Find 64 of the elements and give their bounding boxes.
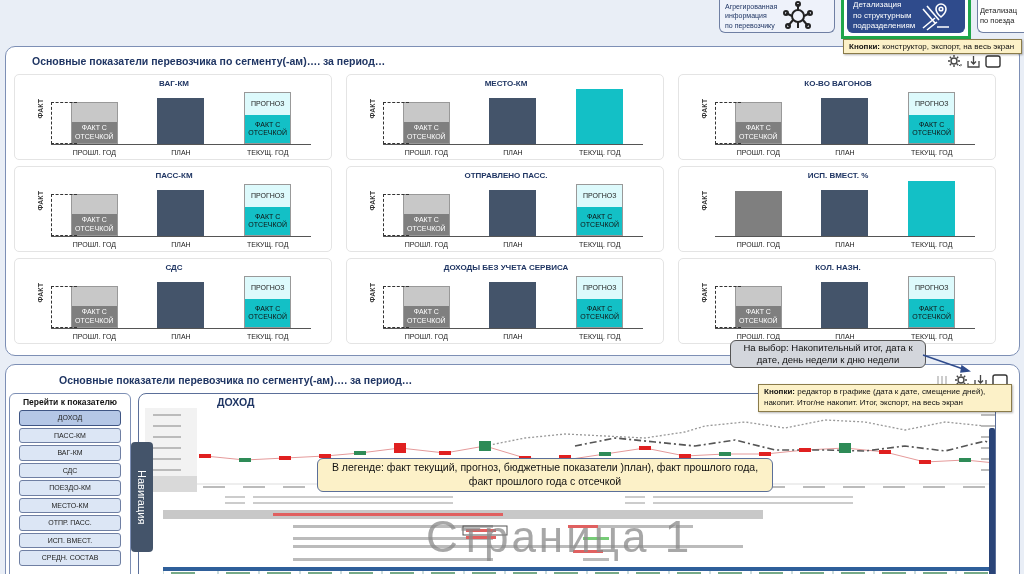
candle <box>279 456 291 460</box>
candle <box>639 446 651 450</box>
chart-title: МЕСТО-КМ <box>483 79 529 89</box>
map-pin-icon <box>921 1 952 31</box>
tooltip: Кнопки: конструктор, экспорт, на весь экран <box>843 39 1022 54</box>
bar-segment <box>403 287 449 306</box>
bar-segment <box>71 287 117 306</box>
candle <box>199 454 211 458</box>
chart-title: ВАГ-КМ <box>158 79 190 89</box>
download-icon[interactable] <box>966 53 982 69</box>
chart-title: КОЛ. НАЗН. <box>814 263 862 273</box>
view-button[interactable]: Детализация по структурным подразделениям <box>847 0 965 33</box>
bar-segment <box>71 195 117 214</box>
bar <box>821 98 869 144</box>
tooltip: Кнопки: редактор в графике (дата к дате, смещение дней), накопит. Итог/не накопит. Итог, экспорт, на весь экран <box>758 384 1012 412</box>
bar <box>489 98 537 144</box>
chart-title: СДС <box>164 263 184 273</box>
candle <box>479 441 491 451</box>
report-title: ДОХОД <box>217 396 255 408</box>
candle <box>839 443 851 453</box>
settings-icon[interactable] <box>947 53 963 69</box>
bar-segment <box>403 103 449 122</box>
navigation-title: Перейти к показателю <box>22 397 118 407</box>
bar <box>908 181 956 236</box>
bar <box>157 282 205 328</box>
bar-segment <box>735 103 781 122</box>
panel-title: Основные показатели перевозчика по сегменту(-ам)…. за период… <box>59 374 413 386</box>
chart-title: ДОХОДЫ БЕЗ УЧЕТА СЕРВИСА <box>442 263 570 273</box>
candle <box>959 458 971 462</box>
callout: В легенде: факт текущий, прогноз, бюджетные показатели )план), факт прошлого года, факт прошлого года с отсечкой <box>317 458 773 492</box>
candle <box>239 458 251 462</box>
bar-segment <box>71 103 117 122</box>
navigation-tab[interactable]: Навигация <box>131 442 153 552</box>
candle <box>679 454 691 458</box>
candle <box>879 450 891 454</box>
chart-title: ПАСС-КМ <box>154 171 194 181</box>
bar <box>576 89 624 144</box>
bar <box>821 190 869 236</box>
chart-title: ИСП. ВМЕСТ. % <box>806 171 870 181</box>
bar <box>157 190 205 236</box>
bar <box>489 282 537 328</box>
bar <box>489 190 537 236</box>
candle <box>719 452 731 456</box>
chart-title: КО-ВО ВАГОНОВ <box>803 79 873 89</box>
bar <box>157 98 205 144</box>
network-icon <box>783 1 814 31</box>
bar-segment <box>735 287 781 306</box>
candle <box>599 452 611 456</box>
candle <box>394 443 406 453</box>
bar <box>734 191 782 236</box>
fullscreen-icon[interactable] <box>985 53 1001 69</box>
bar <box>821 282 869 328</box>
chart-title: ОТПРАВЛЕНО ПАСС. <box>463 171 549 181</box>
candle <box>354 451 366 455</box>
candle <box>439 451 451 455</box>
leader-line <box>922 353 972 375</box>
candle <box>319 454 331 458</box>
candle <box>919 460 931 464</box>
candle <box>759 452 771 456</box>
scrollbar[interactable] <box>989 428 995 574</box>
panel-title: Основные показатели перевозчика по сегменту(-ам)…. за период… <box>32 55 386 67</box>
callout: На выбор: Накопительный итог, дата к дате, день недели к дню недели <box>730 340 926 368</box>
bar-segment <box>403 195 449 214</box>
candle <box>799 448 811 452</box>
